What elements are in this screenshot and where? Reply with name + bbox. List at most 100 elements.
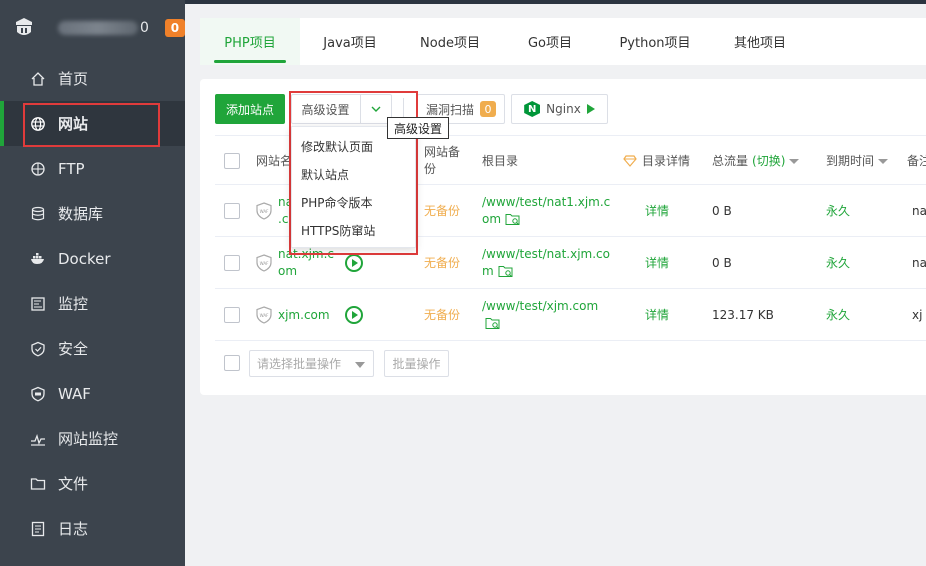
- sidebar-item-label: FTP: [58, 159, 85, 178]
- sidebar-item-site-monitor[interactable]: 网站监控: [0, 416, 185, 461]
- nginx-label: Nginx: [546, 102, 581, 116]
- project-tabs: PHP项目 Java项目 Node项目 Go项目 Python项目 其他项目: [200, 18, 926, 65]
- vuln-scan-label: 漏洞扫描: [425, 102, 474, 117]
- site-name-link[interactable]: xjm.com: [278, 289, 330, 341]
- svg-text:WAF: WAF: [260, 209, 269, 214]
- sidebar-item-label: 首页: [58, 70, 89, 88]
- expiry-value[interactable]: 永久: [826, 289, 850, 341]
- traffic-value: 0 B: [712, 203, 732, 218]
- sidebar-item-label: 监控: [58, 295, 89, 313]
- sidebar-item-label: WAF: [58, 384, 91, 403]
- remark-value[interactable]: na: [912, 237, 926, 289]
- remark-value[interactable]: na: [912, 185, 926, 237]
- sidebar-item-monitor[interactable]: 监控: [0, 281, 185, 326]
- ftp-icon: [30, 161, 46, 177]
- backup-status[interactable]: 无备份: [424, 237, 460, 289]
- root-path-link[interactable]: /www/test/xjm.com: [482, 289, 598, 341]
- select-all-checkbox[interactable]: [224, 153, 240, 169]
- sidebar-item-docker[interactable]: Docker: [0, 236, 185, 281]
- docker-icon: [30, 251, 46, 267]
- svg-text:WAF: WAF: [260, 261, 269, 266]
- notification-badge[interactable]: 0: [164, 19, 185, 37]
- play-icon: [586, 104, 595, 114]
- root-path-link[interactable]: /www/test/nat1.xjm.c om: [482, 185, 610, 237]
- backup-status[interactable]: 无备份: [424, 289, 460, 341]
- sidebar-item-website[interactable]: 网站: [0, 101, 185, 147]
- col-traffic[interactable]: 总流量 (切换): [712, 136, 800, 186]
- brand-suffix: 0: [140, 20, 149, 36]
- tab-java[interactable]: Java项目: [300, 18, 400, 65]
- sidebar-item-label: 网站监控: [58, 430, 119, 448]
- menu-item-php-cli-version[interactable]: PHP命令版本: [292, 188, 415, 216]
- waf-shield-icon: WAF: [256, 306, 272, 324]
- tab-php[interactable]: PHP项目: [200, 18, 300, 65]
- folder-search-icon[interactable]: [498, 265, 514, 278]
- traffic-switch-link[interactable]: (切换): [752, 153, 785, 170]
- nginx-logo-icon: N: [524, 101, 541, 117]
- col-remark: 备注: [907, 153, 926, 168]
- tab-other[interactable]: 其他项目: [710, 18, 810, 65]
- col-backup: 网站备 份: [424, 145, 461, 176]
- menu-item-https-anti-hijack[interactable]: HTTPS防窜站: [292, 216, 415, 244]
- sidebar-item-waf[interactable]: WAF: [0, 371, 185, 416]
- folder-search-icon[interactable]: [485, 317, 501, 330]
- home-icon: [30, 71, 46, 87]
- sidebar-item-home[interactable]: 首页: [0, 56, 185, 101]
- sort-caret-icon[interactable]: [789, 158, 800, 164]
- vuln-count-badge: 0: [480, 101, 496, 117]
- expiry-value[interactable]: 永久: [826, 185, 850, 237]
- tab-node[interactable]: Node项目: [400, 18, 500, 65]
- tooltip: 高级设置: [387, 117, 449, 139]
- sidebar-item-label: Docker: [58, 249, 111, 268]
- bulk-action-button[interactable]: 批量操作: [384, 350, 449, 377]
- folder-search-icon[interactable]: [505, 213, 521, 226]
- chevron-down-icon: [355, 362, 365, 368]
- waf-shield-icon: WAF: [256, 202, 272, 220]
- detail-link[interactable]: 详情: [645, 185, 669, 237]
- expiry-value[interactable]: 永久: [826, 237, 850, 289]
- backup-status[interactable]: 无备份: [424, 185, 460, 237]
- logo-icon: [16, 18, 32, 35]
- sidebar-item-ftp[interactable]: FTP: [0, 146, 185, 191]
- blurred-hostname: [58, 21, 138, 35]
- row-checkbox[interactable]: [224, 255, 240, 271]
- sidebar-item-logs[interactable]: 日志: [0, 506, 185, 551]
- traffic-value: 123.17 KB: [712, 307, 774, 322]
- sidebar-item-label: 日志: [58, 520, 89, 538]
- row-checkbox[interactable]: [224, 203, 240, 219]
- row-checkbox[interactable]: [224, 307, 240, 323]
- traffic-value: 0 B: [712, 255, 732, 270]
- detail-link[interactable]: 详情: [645, 237, 669, 289]
- sidebar-nav: 首页 网站 FTP 数据库 Docker 监控 安全 WAF 网站监控 文件 日…: [0, 56, 185, 551]
- sidebar-item-label: 数据库: [58, 205, 104, 223]
- database-icon: [30, 206, 46, 222]
- tab-python[interactable]: Python项目: [600, 18, 710, 65]
- col-expiry[interactable]: 到期时间: [826, 136, 889, 186]
- tab-go[interactable]: Go项目: [500, 18, 600, 65]
- brand: 0 0: [0, 0, 185, 56]
- sidebar-item-label: 文件: [58, 475, 89, 493]
- table-row: WAF xjm.com 无备份 /www/test/xjm.com 详情 123…: [215, 289, 926, 341]
- root-path-link[interactable]: /www/test/nat.xjm.co m: [482, 237, 610, 289]
- remark-value[interactable]: xj: [912, 289, 926, 341]
- bulk-action-select[interactable]: 请选择批量操作: [249, 350, 374, 377]
- sidebar-item-files[interactable]: 文件: [0, 461, 185, 506]
- waf-shield-icon: WAF: [256, 254, 272, 272]
- menu-item-default-site[interactable]: 默认站点: [292, 160, 415, 188]
- bulk-select-checkbox[interactable]: [224, 355, 240, 371]
- start-site-icon[interactable]: [345, 306, 363, 324]
- sort-caret-icon[interactable]: [878, 158, 889, 164]
- diamond-icon: [623, 155, 637, 167]
- sidebar-item-security[interactable]: 安全: [0, 326, 185, 371]
- nginx-button[interactable]: N Nginx: [511, 94, 608, 124]
- detail-link[interactable]: 详情: [645, 289, 669, 341]
- sidebar: 0 0 首页 网站 FTP 数据库 Docker 监控 安全 WAF 网站监控 …: [0, 0, 185, 566]
- log-icon: [30, 521, 46, 537]
- sidebar-item-database[interactable]: 数据库: [0, 191, 185, 236]
- add-site-button[interactable]: 添加站点: [215, 94, 285, 124]
- start-site-icon[interactable]: [345, 254, 363, 272]
- col-dir-detail: 目录详情: [623, 136, 690, 186]
- svg-text:WAF: WAF: [260, 313, 269, 318]
- highlight-box: [23, 103, 160, 147]
- top-strip: [185, 0, 926, 4]
